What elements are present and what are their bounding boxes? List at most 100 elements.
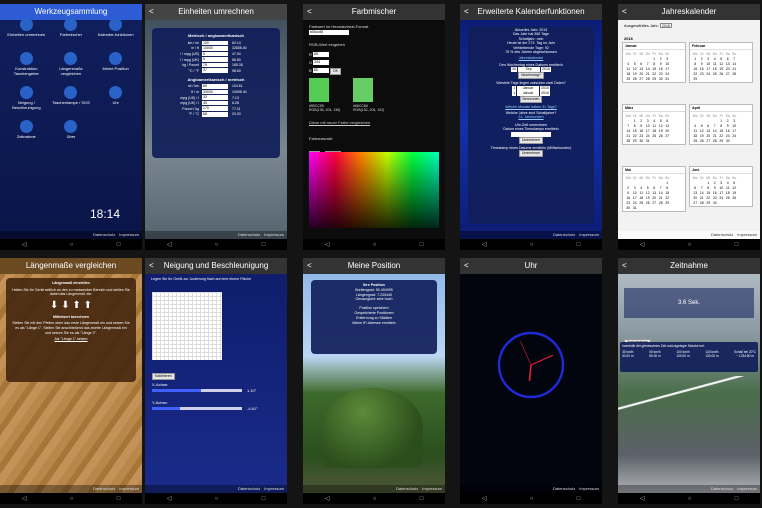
recent-apps-icon[interactable]: □ <box>577 242 581 248</box>
home-icon[interactable]: ○ <box>530 496 534 502</box>
tool-item[interactable]: Uhr <box>93 86 138 116</box>
unit-input[interactable]: 5 <box>202 57 228 62</box>
home-icon[interactable]: ○ <box>215 242 219 248</box>
back-arrow-icon[interactable]: < <box>464 258 469 274</box>
home-icon[interactable]: ○ <box>215 496 219 502</box>
tool-item[interactable]: Taschenlampe / SOS <box>49 86 94 116</box>
leap-century-link[interactable]: 21. Jahrhundert <box>470 115 592 119</box>
compare-link[interactable]: Diese mit neuer Farbe vergleichen <box>309 120 370 125</box>
recent-apps-icon[interactable]: □ <box>117 242 121 248</box>
privacy-link[interactable]: Datenschutz <box>711 232 733 237</box>
back-icon[interactable]: ◁ <box>167 241 172 248</box>
home-icon[interactable]: ○ <box>688 496 692 502</box>
home-icon[interactable]: ○ <box>70 496 74 502</box>
back-icon[interactable]: ◁ <box>640 241 645 248</box>
privacy-link[interactable]: Datenschutz <box>93 232 115 237</box>
recent-apps-icon[interactable]: □ <box>262 496 266 502</box>
g-input[interactable]: 204 <box>313 60 330 66</box>
recent-apps-icon[interactable]: □ <box>262 242 266 248</box>
b-input[interactable]: 85 <box>312 68 329 74</box>
privacy-link[interactable]: Datenschutz <box>553 486 575 491</box>
back-icon[interactable]: ◁ <box>22 495 27 502</box>
tool-item[interactable]: Zeitnahme <box>4 120 49 150</box>
home-icon[interactable]: ○ <box>70 242 74 248</box>
calendar-day[interactable]: 26 <box>731 195 738 200</box>
back-arrow-icon[interactable]: < <box>307 258 312 274</box>
months-31-link[interactable]: Welche Monate haben 31 Tage? <box>470 105 592 109</box>
color-palette[interactable] <box>309 152 439 228</box>
recent-apps-icon[interactable]: □ <box>735 496 739 502</box>
back-icon[interactable]: ◁ <box>482 241 487 248</box>
unit-input[interactable]: 33 <box>202 95 228 100</box>
back-icon[interactable]: ◁ <box>640 495 645 502</box>
imprint-link[interactable]: Impressum <box>579 232 599 237</box>
day-select[interactable]: 30 <box>511 67 518 73</box>
tool-item[interactable]: Längenmaße vergleichen <box>49 52 94 82</box>
calendar-day[interactable]: 31 <box>632 205 639 210</box>
unit-input[interactable]: 100 <box>202 40 228 46</box>
privacy-link[interactable]: Datenschutz <box>711 486 733 491</box>
unit-input[interactable]: 45 <box>202 100 228 106</box>
back-icon[interactable]: ◁ <box>167 495 172 502</box>
imprint-link[interactable]: Impressum <box>264 486 284 491</box>
calendar-day[interactable]: 31 <box>664 76 671 81</box>
arrow-double-up-icon[interactable]: ⬆ <box>84 300 92 311</box>
tool-item[interactable]: Über <box>49 120 94 150</box>
imprint-link[interactable]: Impressum <box>737 232 757 237</box>
unit-input[interactable]: 10000 <box>202 46 228 51</box>
imprint-link[interactable]: Impressum <box>264 232 284 237</box>
back-icon[interactable]: ◁ <box>482 495 487 502</box>
back-arrow-icon[interactable]: < <box>149 258 154 274</box>
arrow-up-icon[interactable]: ⬆ <box>72 300 80 311</box>
imprint-link[interactable]: Impressum <box>119 486 139 491</box>
calendar-day[interactable]: 29 <box>692 76 699 81</box>
privacy-link[interactable]: Datenschutz <box>238 232 260 237</box>
tool-item[interactable]: Farbmischer <box>49 18 94 48</box>
convert-button[interactable]: Umrechnen <box>518 136 544 144</box>
tool-item[interactable]: Kalender-funktionen <box>93 18 138 48</box>
privacy-link[interactable]: Datenschutz <box>396 486 418 491</box>
recent-apps-icon[interactable]: □ <box>117 496 121 502</box>
timestamp-button[interactable]: Umrechnen <box>518 150 544 158</box>
calibrate-button[interactable]: Kalibrieren <box>152 373 175 380</box>
year-select[interactable]: 2016 <box>660 23 672 29</box>
calendar-day[interactable]: 24 <box>731 133 738 138</box>
back-icon[interactable]: ◁ <box>325 495 330 502</box>
calculate-button[interactable]: Berechnen <box>519 95 543 103</box>
back-arrow-icon[interactable]: < <box>307 4 312 20</box>
calendar-day[interactable]: 28 <box>731 71 738 76</box>
recent-apps-icon[interactable]: □ <box>577 496 581 502</box>
r-input[interactable]: 85 <box>313 52 330 58</box>
recent-apps-icon[interactable]: □ <box>420 242 424 248</box>
day3-select[interactable]: 1 <box>512 90 517 96</box>
calendar-day[interactable]: 30 <box>725 138 732 143</box>
recent-apps-icon[interactable]: □ <box>420 496 424 502</box>
recent-apps-icon[interactable]: □ <box>735 242 739 248</box>
imprint-link[interactable]: Impressum <box>737 486 757 491</box>
calendar-day[interactable]: 27 <box>664 133 671 138</box>
back-icon[interactable]: ◁ <box>325 241 330 248</box>
imprint-link[interactable]: Impressum <box>579 486 599 491</box>
tool-item[interactable]: Neigung / Beschleunigung <box>4 86 49 116</box>
calendar-day[interactable]: 29 <box>664 200 671 205</box>
imprint-link[interactable]: Impressum <box>119 232 139 237</box>
calendar-day[interactable]: 30 <box>712 200 719 205</box>
home-icon[interactable]: ○ <box>688 242 692 248</box>
home-icon[interactable]: ○ <box>373 496 377 502</box>
ip-link[interactable]: Meine IP-Adresse ermitteln <box>314 321 434 326</box>
calendar-day[interactable]: 31 <box>645 138 652 143</box>
home-icon[interactable]: ○ <box>373 242 377 248</box>
elapsed-time[interactable]: 3.6 Sek. <box>624 288 754 318</box>
tool-item[interactable]: Einheiten umrechnen <box>4 18 49 48</box>
back-arrow-icon[interactable]: < <box>464 4 469 20</box>
imprint-link[interactable]: Impressum <box>422 486 442 491</box>
set-length1-link[interactable]: Als "Länge 1" setzen <box>12 337 130 342</box>
unit-input[interactable]: 68 <box>202 112 228 117</box>
tool-item[interactable]: Meine Position <box>93 52 138 82</box>
arrow-double-down-icon[interactable]: ⬇ <box>61 300 69 311</box>
annual-calendar-link[interactable]: Jahreskalender <box>470 56 592 60</box>
unit-input[interactable]: 170 <box>202 106 228 112</box>
unit-input[interactable]: 33000 <box>202 89 228 95</box>
back-arrow-icon[interactable]: < <box>149 4 154 20</box>
unit-input[interactable]: 37 <box>202 68 228 74</box>
